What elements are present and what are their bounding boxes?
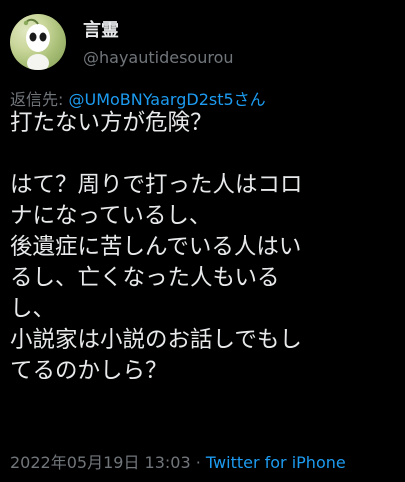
source-link[interactable]: Twitter for iPhone [206,453,346,472]
avatar[interactable] [10,14,66,70]
tweet-text: 打たない方が危険？ はて？周りで打った人はコロ ナになっているし、後遺症に苦しんで… [10,108,400,387]
tweet-line: し、 [10,296,56,322]
user-handle[interactable]: @hayautidesourou [83,48,234,67]
timestamp[interactable]: 2022年05月19日 13:03 [10,453,191,472]
tweet-line: 後遺症に苦しんでいる人はい [10,234,302,260]
tweet-line: 打たない方が危険？ [10,110,213,136]
reply-mention-link[interactable]: @UMoBNYaargD2st5さん [68,90,265,109]
tweet-meta: 2022年05月19日 13:03 · Twitter for iPhone [10,449,346,473]
reply-prefix: 返信先: [10,90,69,109]
reply-context: 返信先: @UMoBNYaargD2st5さん [10,86,266,110]
tweet: 言霊 @hayautidesourou 返信先: @UMoBNYaargD2st… [0,0,405,482]
tweet-line: はて？周りで打った人はコロ [10,172,303,198]
tweet-line: 小説家は小説のお話しでもし [10,327,302,353]
tweet-line: るし、亡くなった人もいる [10,265,280,291]
tweet-line: てるのかしら？ [10,358,168,384]
tweet-line [10,139,400,170]
tweet-line: ナになっているし、 [10,203,212,229]
avatar-image [23,18,50,70]
meta-separator: · [190,453,206,472]
display-name[interactable]: 言霊 [83,16,119,42]
